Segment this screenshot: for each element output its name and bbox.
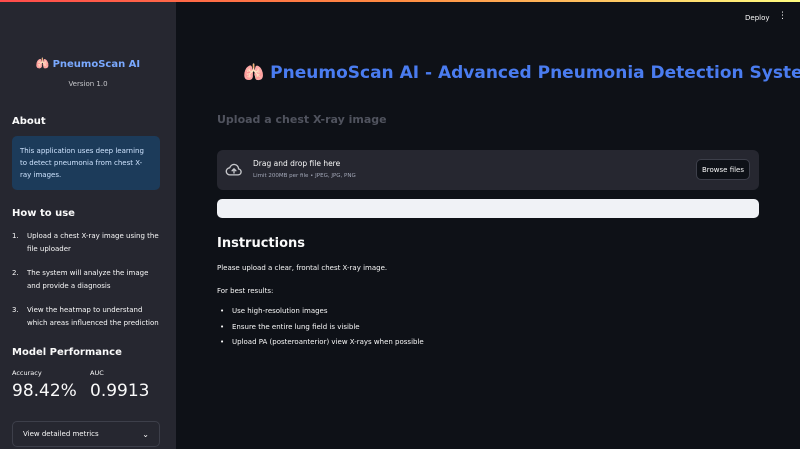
lungs-icon: 🫁 [243, 63, 265, 83]
list-item: 1. Upload a chest X-ray image using the f… [12, 230, 162, 255]
lungs-icon: 🫁 [35, 57, 50, 70]
page-title: 🫁 PneumoScan AI - Advanced Pneumonia Dete… [243, 63, 800, 83]
cloud-upload-icon [225, 163, 242, 176]
sidebar-brand: 🫁 PneumoScan AI [0, 57, 176, 70]
list-item: Ensure the entire lung field is visible [217, 323, 424, 339]
brand-label: PneumoScan AI [52, 59, 141, 70]
expander-label: View detailed metrics [23, 430, 99, 438]
file-dropzone[interactable]: Drag and drop file here Limit 200MB per … [217, 150, 759, 190]
metric-label-auc: AUC [90, 369, 104, 377]
metric-label-accuracy: Accuracy [12, 369, 42, 377]
howto-heading: How to use [12, 208, 75, 219]
more-menu-icon[interactable]: ⋮ [778, 12, 787, 21]
dropzone-subtitle: Limit 200MB per file • JPEG, JPG, PNG [253, 173, 356, 179]
instructions-heading: Instructions [217, 236, 306, 251]
version-label: Version 1.0 [68, 80, 108, 88]
performance-heading: Model Performance [12, 347, 122, 358]
progress-bar [217, 199, 759, 218]
top-decoration-bar [0, 0, 800, 2]
page-title-text: PneumoScan AI - Advanced Pneumonia Detec… [270, 63, 800, 83]
howto-list: 1. Upload a chest X-ray image using the f… [12, 230, 162, 341]
instructions-intro: Please upload a clear, frontal chest X-r… [217, 264, 388, 272]
step-text: View the heatmap to understand which are… [27, 306, 159, 327]
step-number: 1. [12, 232, 19, 240]
list-item: 2. The system will analyze the image and … [12, 267, 162, 292]
list-item: Use high-resolution images [217, 307, 424, 323]
list-item: Upload PA (posteroanterior) view X-rays … [217, 338, 424, 354]
deploy-button[interactable]: Deploy [745, 14, 770, 22]
sidebar: 🫁 PneumoScan AI Version 1.0 About This ap… [0, 0, 176, 449]
dropzone-title: Drag and drop file here [253, 159, 341, 168]
list-item: 3. View the heatmap to understand which a… [12, 304, 162, 329]
instructions-list: Use high-resolution images Ensure the en… [217, 307, 424, 354]
browse-files-button[interactable]: Browse files [696, 159, 750, 180]
step-number: 3. [12, 306, 19, 314]
metric-value-accuracy: 98.42% [12, 381, 77, 401]
step-text: Upload a chest X-ray image using the fil… [27, 232, 159, 253]
upload-heading: Upload a chest X-ray image [217, 113, 387, 126]
step-text: The system will analyze the image and pr… [27, 269, 149, 290]
step-number: 2. [12, 269, 19, 277]
about-heading: About [12, 116, 46, 127]
about-info-box: This application uses deep learning to d… [12, 136, 160, 190]
metric-value-auc: 0.9913 [90, 381, 150, 401]
best-results-label: For best results: [217, 287, 274, 295]
chevron-down-icon: ⌄ [142, 429, 149, 439]
detailed-metrics-expander[interactable]: View detailed metrics ⌄ [12, 421, 160, 447]
